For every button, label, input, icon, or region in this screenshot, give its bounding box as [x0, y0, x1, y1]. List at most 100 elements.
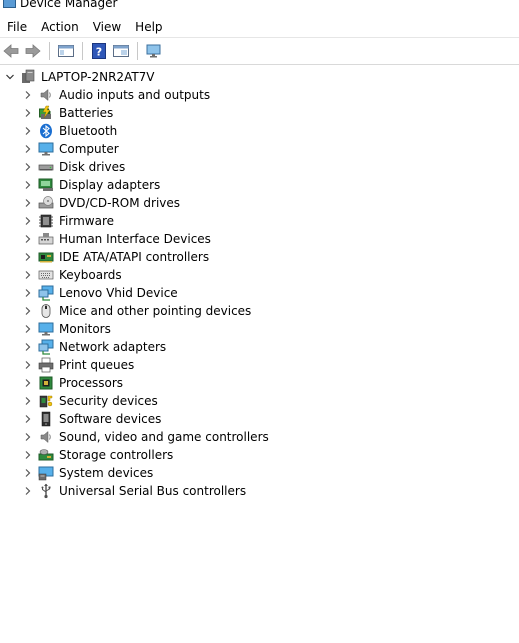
tree-node-label: Display adapters — [59, 178, 161, 192]
window-title: Device Manager — [20, 0, 118, 10]
chevron-right-icon[interactable] — [22, 323, 34, 335]
tree-node-label: Monitors — [59, 322, 111, 336]
processor-icon — [38, 375, 54, 391]
tree-node-audio-inputs-and-outputs[interactable]: Audio inputs and outputs — [0, 86, 519, 104]
tree-node-firmware[interactable]: Firmware — [0, 212, 519, 230]
chevron-right-icon[interactable] — [22, 89, 34, 101]
tree-node-label: IDE ATA/ATAPI controllers — [59, 250, 210, 264]
tree-node-lenovo-vhid-device[interactable]: Lenovo Vhid Device — [0, 284, 519, 302]
back-arrow-icon — [3, 44, 19, 58]
chevron-right-icon[interactable] — [22, 431, 34, 443]
security-device-icon — [38, 393, 54, 409]
toolbar-separator — [137, 42, 138, 60]
tree-node-computer[interactable]: Computer — [0, 140, 519, 158]
tree-node-batteries[interactable]: Batteries — [0, 104, 519, 122]
help-button[interactable]: ? — [88, 40, 110, 62]
menu-bar: File Action View Help — [0, 17, 519, 38]
chevron-right-icon[interactable] — [22, 305, 34, 317]
chevron-right-icon[interactable] — [22, 359, 34, 371]
disk-drive-icon — [38, 159, 54, 175]
chevron-down-icon[interactable] — [4, 71, 16, 83]
tree-node-dvd-cd-rom-drives[interactable]: DVD/CD-ROM drives — [0, 194, 519, 212]
tree-node-keyboards[interactable]: Keyboards — [0, 266, 519, 284]
chevron-right-icon[interactable] — [22, 233, 34, 245]
tree-node-system-devices[interactable]: System devices — [0, 464, 519, 482]
tree-node-sound-video-and-game-controllers[interactable]: Sound, video and game controllers — [0, 428, 519, 446]
tree-node-label: Security devices — [59, 394, 158, 408]
chevron-right-icon[interactable] — [22, 179, 34, 191]
properties-button[interactable] — [110, 40, 132, 62]
chevron-right-icon[interactable] — [22, 377, 34, 389]
tree-node-print-queues[interactable]: Print queues — [0, 356, 519, 374]
chevron-right-icon[interactable] — [22, 395, 34, 407]
tree-node-security-devices[interactable]: Security devices — [0, 392, 519, 410]
menu-help[interactable]: Help — [128, 17, 169, 37]
tree-node-label: Storage controllers — [59, 448, 174, 462]
chevron-right-icon[interactable] — [22, 215, 34, 227]
tree-node-label: Computer — [59, 142, 119, 156]
chevron-right-icon[interactable] — [22, 251, 34, 263]
device-manager-app-icon — [2, 0, 16, 10]
toolbar: ? — [0, 38, 519, 65]
toolbar-separator — [49, 42, 50, 60]
tree-node-software-devices[interactable]: Software devices — [0, 410, 519, 428]
console-tree-icon — [58, 45, 74, 57]
back-button[interactable] — [0, 40, 22, 62]
tree-node-human-interface-devices[interactable]: Human Interface Devices — [0, 230, 519, 248]
device-manager-window: Device Manager File Action View Help ? L… — [0, 0, 519, 643]
show-hide-console-tree-button[interactable] — [55, 40, 77, 62]
title-bar: Device Manager — [0, 0, 519, 12]
tree-node-disk-drives[interactable]: Disk drives — [0, 158, 519, 176]
tree-node-label: Mice and other pointing devices — [59, 304, 252, 318]
tree-node-ide-ata-atapi-controllers[interactable]: IDE ATA/ATAPI controllers — [0, 248, 519, 266]
chevron-right-icon[interactable] — [22, 413, 34, 425]
tree-node-label: Batteries — [59, 106, 114, 120]
tree-node-bluetooth[interactable]: Bluetooth — [0, 122, 519, 140]
tree-node-display-adapters[interactable]: Display adapters — [0, 176, 519, 194]
chevron-right-icon[interactable] — [22, 485, 34, 497]
storage-controller-icon — [38, 447, 54, 463]
tree-node-label: Disk drives — [59, 160, 126, 174]
tree-node-label: System devices — [59, 466, 154, 480]
tree-node-network-adapters[interactable]: Network adapters — [0, 338, 519, 356]
toolbar-separator — [82, 42, 83, 60]
tree-node-label: DVD/CD-ROM drives — [59, 196, 181, 210]
monitor-icon — [38, 321, 54, 337]
chevron-right-icon[interactable] — [22, 197, 34, 209]
tree-node-label: Bluetooth — [59, 124, 118, 138]
chevron-right-icon[interactable] — [22, 449, 34, 461]
tree-root-computer[interactable]: LAPTOP-2NR2AT7V — [0, 68, 519, 86]
root-computer-label: LAPTOP-2NR2AT7V — [41, 70, 155, 84]
tree-node-monitors[interactable]: Monitors — [0, 320, 519, 338]
device-tree: LAPTOP-2NR2AT7V Audio inputs and outputs… — [0, 68, 519, 500]
tree-node-label: Processors — [59, 376, 124, 390]
speaker-icon — [38, 87, 54, 103]
tree-node-label: Software devices — [59, 412, 162, 426]
battery-icon — [38, 105, 54, 121]
computer-icon — [38, 141, 54, 157]
ide-controller-icon — [38, 249, 54, 265]
chevron-right-icon[interactable] — [22, 287, 34, 299]
tree-node-mice-and-other-pointing-devices[interactable]: Mice and other pointing devices — [0, 302, 519, 320]
menu-file[interactable]: File — [0, 17, 34, 37]
menu-action[interactable]: Action — [34, 17, 86, 37]
chevron-right-icon[interactable] — [22, 107, 34, 119]
chevron-right-icon[interactable] — [22, 467, 34, 479]
chevron-right-icon[interactable] — [22, 161, 34, 173]
chevron-right-icon[interactable] — [22, 341, 34, 353]
speaker-icon — [38, 429, 54, 445]
chevron-right-icon[interactable] — [22, 269, 34, 281]
chevron-right-icon[interactable] — [22, 143, 34, 155]
scan-monitor-icon — [146, 44, 161, 58]
tree-node-label: Print queues — [59, 358, 135, 372]
tree-node-processors[interactable]: Processors — [0, 374, 519, 392]
tree-node-storage-controllers[interactable]: Storage controllers — [0, 446, 519, 464]
chevron-right-icon[interactable] — [22, 125, 34, 137]
menu-view[interactable]: View — [86, 17, 128, 37]
keyboard-icon — [38, 267, 54, 283]
svg-text:?: ? — [96, 46, 102, 59]
forward-button[interactable] — [22, 40, 44, 62]
scan-hardware-changes-button[interactable] — [143, 40, 165, 62]
network-monitor-icon — [38, 285, 54, 301]
tree-node-universal-serial-bus-controllers[interactable]: Universal Serial Bus controllers — [0, 482, 519, 500]
